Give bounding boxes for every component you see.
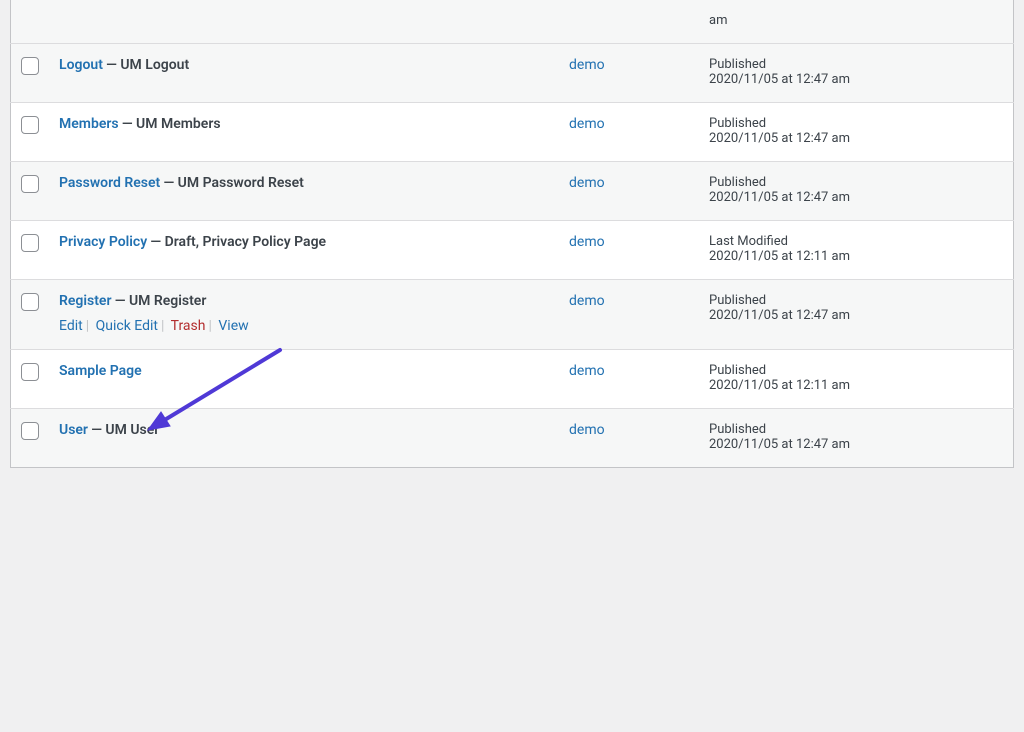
date-status: Published	[709, 293, 1003, 308]
post-state: — UM Register	[115, 293, 207, 309]
trash-action[interactable]: Trash	[171, 318, 206, 334]
row-checkbox[interactable]	[21, 363, 39, 381]
page-title-link[interactable]: Privacy Policy	[59, 234, 147, 250]
date-stamp: 2020/11/05 at 12:11 am	[709, 378, 1003, 393]
row-checkbox[interactable]	[21, 234, 39, 252]
pages-table: am Logout — UM Logout demo Published 202…	[10, 0, 1014, 468]
table-row: am	[11, 0, 1014, 44]
page-title-link[interactable]: Register	[59, 293, 112, 309]
post-state: — UM Password Reset	[163, 175, 303, 191]
author-link[interactable]: demo	[569, 293, 605, 309]
page-title-link[interactable]: Password Reset	[59, 175, 160, 191]
post-state: — UM Members	[122, 116, 221, 132]
author-link[interactable]: demo	[569, 234, 605, 250]
date-stamp: 2020/11/05 at 12:47 am	[709, 190, 1003, 205]
author-link[interactable]: demo	[569, 116, 605, 132]
row-checkbox[interactable]	[21, 422, 39, 440]
page-title-link[interactable]: Sample Page	[59, 363, 142, 379]
post-state: — Draft, Privacy Policy Page	[150, 234, 326, 250]
date-status: Published	[709, 175, 1003, 190]
date-status: Published	[709, 57, 1003, 72]
author-link[interactable]: demo	[569, 422, 605, 438]
page-title-link[interactable]: Members	[59, 116, 119, 132]
date-status: Published	[709, 116, 1003, 131]
row-checkbox[interactable]	[21, 293, 39, 311]
date-stamp: am	[709, 13, 1003, 28]
date-stamp: 2020/11/05 at 12:47 am	[709, 72, 1003, 87]
author-link[interactable]: demo	[569, 363, 605, 379]
edit-action[interactable]: Edit	[59, 318, 83, 334]
date-stamp: 2020/11/05 at 12:47 am	[709, 131, 1003, 146]
row-checkbox[interactable]	[21, 116, 39, 134]
page-title-link[interactable]: Logout	[59, 57, 103, 73]
post-state: — UM User	[91, 422, 159, 438]
author-link[interactable]: demo	[569, 57, 605, 73]
table-row: Members — UM Members demo Published 2020…	[11, 103, 1014, 162]
row-actions: Edit| Quick Edit| Trash| View	[59, 318, 549, 334]
page-title-link[interactable]: User	[59, 422, 88, 438]
date-status: Published	[709, 422, 1003, 437]
date-stamp: 2020/11/05 at 12:11 am	[709, 249, 1003, 264]
view-action[interactable]: View	[218, 318, 248, 334]
date-status: Published	[709, 363, 1003, 378]
date-stamp: 2020/11/05 at 12:47 am	[709, 437, 1003, 452]
post-state: — UM Logout	[106, 57, 189, 73]
table-row: Password Reset — UM Password Reset demo …	[11, 162, 1014, 221]
table-row: Privacy Policy — Draft, Privacy Policy P…	[11, 221, 1014, 280]
quick-edit-action[interactable]: Quick Edit	[96, 318, 158, 334]
date-stamp: 2020/11/05 at 12:47 am	[709, 308, 1003, 323]
table-row: Register — UM Register Edit| Quick Edit|…	[11, 280, 1014, 350]
table-row: Sample Page demo Published 2020/11/05 at…	[11, 350, 1014, 409]
author-link[interactable]: demo	[569, 175, 605, 191]
row-checkbox[interactable]	[21, 57, 39, 75]
table-row: User — UM User demo Published 2020/11/05…	[11, 409, 1014, 468]
row-checkbox[interactable]	[21, 175, 39, 193]
table-row: Logout — UM Logout demo Published 2020/1…	[11, 44, 1014, 103]
date-status: Last Modified	[709, 234, 1003, 249]
